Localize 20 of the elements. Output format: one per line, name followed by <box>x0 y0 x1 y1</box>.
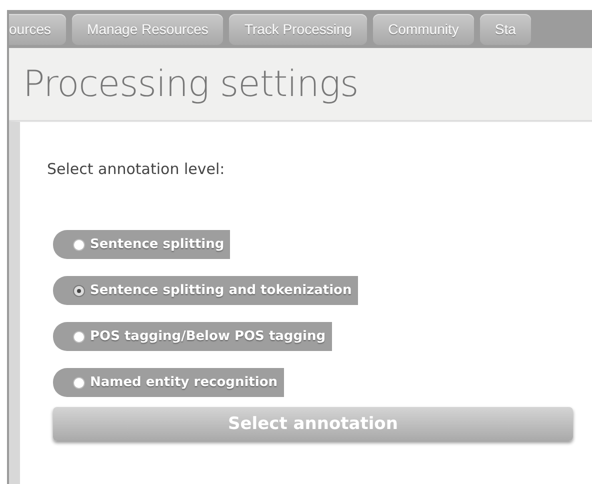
radio-icon[interactable] <box>73 330 85 342</box>
radio-option[interactable]: Named entity recognition <box>53 368 284 397</box>
nav-tab[interactable]: Track Processing <box>229 14 368 44</box>
option-label: Named entity recognition <box>90 375 278 390</box>
radio-option[interactable]: POS tagging/Below POS tagging <box>53 322 332 351</box>
radio-option[interactable]: Sentence splitting and tokenization <box>53 276 358 305</box>
option-label: POS tagging/Below POS tagging <box>90 329 326 344</box>
option-label: Sentence splitting and tokenization <box>90 283 352 298</box>
nav-tab[interactable]: Sta <box>480 14 531 44</box>
prompt-label: Select annotation level: <box>47 160 226 178</box>
nav-tab[interactable]: ources <box>9 14 66 44</box>
radio-option[interactable]: Sentence splitting <box>53 230 230 259</box>
radio-icon[interactable] <box>73 238 85 250</box>
nav-tab[interactable]: Manage Resources <box>72 14 224 44</box>
select-annotation-button[interactable]: Select annotation <box>53 407 573 441</box>
radio-icon[interactable] <box>73 284 85 296</box>
radio-icon[interactable] <box>73 376 85 388</box>
option-label: Sentence splitting <box>90 237 224 252</box>
page-title: Processing settings <box>23 64 358 104</box>
nav-tab[interactable]: Community <box>373 14 474 44</box>
